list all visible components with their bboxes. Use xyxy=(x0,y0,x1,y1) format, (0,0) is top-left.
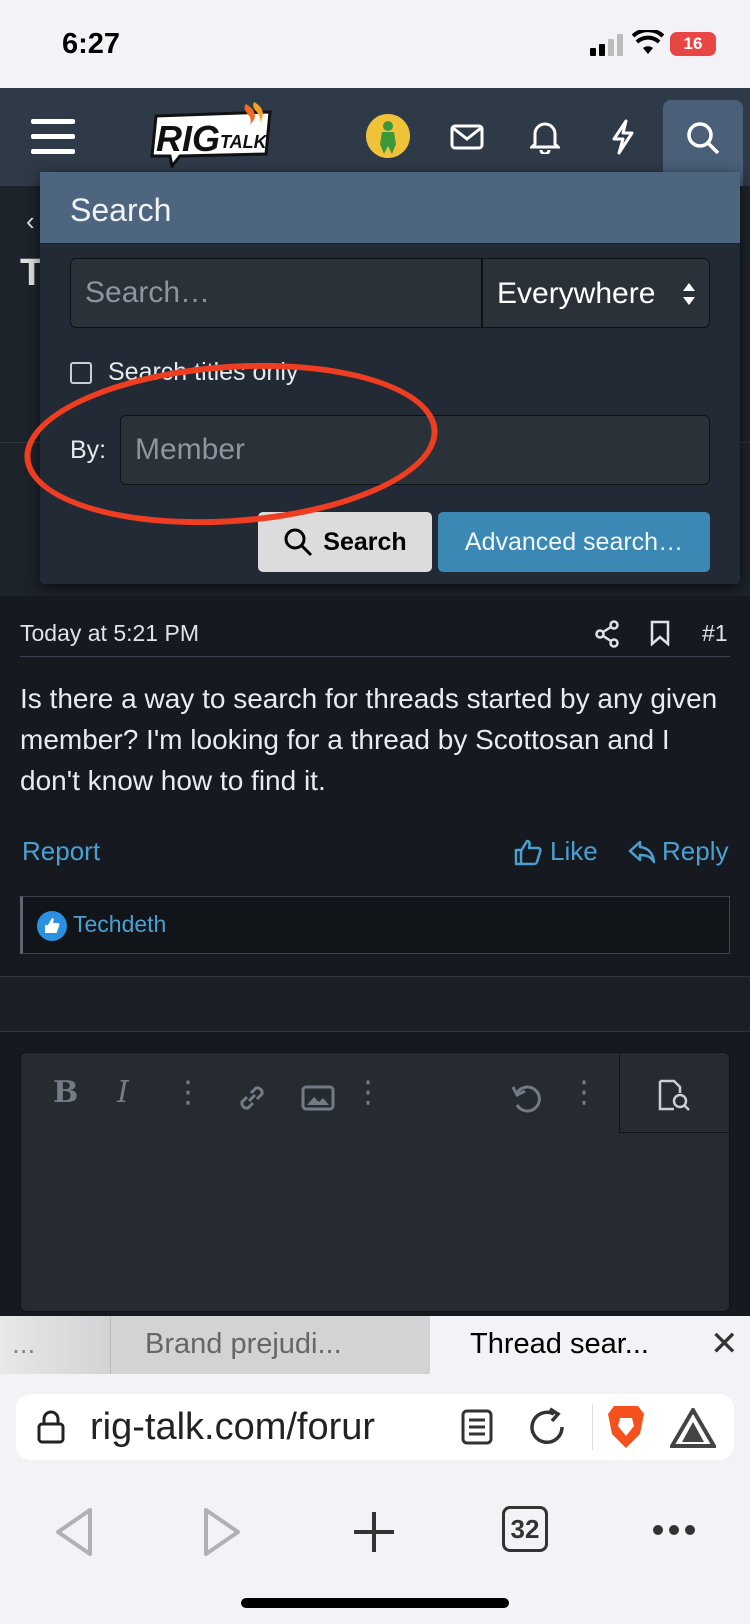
tab-brand-prejudice[interactable]: Brand prejudi... xyxy=(110,1316,430,1374)
browser-nav-bar: 32 xyxy=(0,1494,750,1574)
site-logo[interactable]: RIG TALK xyxy=(150,102,274,170)
reply-editor[interactable]: B I ⋮ ⋮ ⋮ xyxy=(20,1052,730,1312)
tab-thread-search[interactable]: Thread sear... ✕ xyxy=(430,1316,750,1374)
user-avatar[interactable] xyxy=(366,114,410,158)
reply-arrow-icon xyxy=(628,840,656,863)
bell-icon xyxy=(530,122,560,154)
more-menu-icon[interactable] xyxy=(652,1524,696,1536)
status-bar: 6:27 16 xyxy=(0,0,750,88)
hamburger-icon xyxy=(31,119,75,154)
lock-icon xyxy=(37,1410,65,1444)
browser-tab-bar: ... Brand prejudi... Thread sear... ✕ xyxy=(0,1316,750,1374)
status-time: 6:27 xyxy=(62,28,121,60)
like-button[interactable]: Like xyxy=(514,836,598,867)
post: Today at 5:21 PM #1 Is there a way to se… xyxy=(0,596,750,976)
post-timestamp[interactable]: Today at 5:21 PM xyxy=(20,620,199,647)
logo-subtext: TALK xyxy=(220,132,267,152)
titles-only-checkbox[interactable] xyxy=(70,362,92,384)
search-submit-button[interactable]: Search xyxy=(258,512,432,572)
more-options-icon[interactable]: ⋮ xyxy=(353,1075,383,1110)
battery-indicator: 16 xyxy=(670,32,716,56)
lightning-icon xyxy=(612,119,634,155)
close-tab-icon[interactable]: ✕ xyxy=(710,1324,739,1364)
link-icon[interactable] xyxy=(235,1081,269,1115)
bookmark-icon[interactable] xyxy=(650,620,670,646)
preview-toggle-button[interactable] xyxy=(619,1053,729,1133)
search-icon xyxy=(284,528,313,557)
search-submit-label: Search xyxy=(323,527,407,556)
reaction-user-link[interactable]: Techdeth xyxy=(73,911,166,938)
reply-label: Reply xyxy=(662,836,729,866)
back-chevron-icon[interactable]: ‹ xyxy=(26,206,35,237)
browser-chrome: rig-talk.com/forur 32 xyxy=(0,1374,750,1624)
divider xyxy=(20,656,730,657)
reload-icon[interactable] xyxy=(526,1406,568,1448)
url-text[interactable]: rig-talk.com/forur xyxy=(90,1406,450,1449)
share-icon[interactable] xyxy=(594,620,620,648)
wifi-icon xyxy=(632,30,664,54)
like-reaction-icon xyxy=(37,911,67,941)
reader-mode-icon[interactable] xyxy=(460,1408,494,1446)
cellular-signal-icon xyxy=(590,34,623,56)
search-dropdown-header: Search xyxy=(40,172,740,244)
more-options-icon[interactable]: ⋮ xyxy=(569,1075,599,1110)
like-label: Like xyxy=(550,836,598,866)
image-icon[interactable] xyxy=(301,1085,335,1111)
avatar-figure-icon xyxy=(366,114,410,158)
home-indicator xyxy=(241,1598,509,1608)
preview-search-icon xyxy=(658,1079,690,1111)
rewards-triangle-icon[interactable] xyxy=(670,1408,716,1448)
more-options-icon[interactable]: ⋮ xyxy=(173,1075,203,1110)
search-input[interactable] xyxy=(70,258,482,328)
search-scope-value: Everywhere xyxy=(497,277,656,310)
advanced-search-button[interactable]: Advanced search… xyxy=(438,512,710,572)
envelope-icon xyxy=(450,124,484,150)
divider xyxy=(592,1404,593,1450)
new-tab-icon[interactable] xyxy=(352,1510,396,1554)
logo-text: RIG xyxy=(156,118,221,159)
undo-icon[interactable] xyxy=(511,1083,543,1115)
reactions-bar: Techdeth xyxy=(20,896,730,954)
post-number[interactable]: #1 xyxy=(702,620,728,647)
forward-icon[interactable] xyxy=(202,1506,244,1558)
tab-label: Brand prejudi... xyxy=(145,1328,342,1360)
back-icon[interactable] xyxy=(52,1506,94,1558)
tab-count-button[interactable]: 32 xyxy=(502,1506,548,1552)
search-dropdown-title: Search xyxy=(70,192,172,228)
search-scope-select[interactable]: Everywhere xyxy=(482,258,710,328)
post-body: Is there a way to search for threads sta… xyxy=(20,683,718,796)
select-updown-icon xyxy=(683,283,695,305)
tab-overflow[interactable]: ... xyxy=(0,1316,110,1374)
section-divider xyxy=(0,976,750,1032)
url-bar[interactable]: rig-talk.com/forur xyxy=(16,1394,734,1460)
brave-shield-icon[interactable] xyxy=(606,1404,646,1450)
tab-label: Thread sear... xyxy=(470,1328,649,1360)
report-link[interactable]: Report xyxy=(22,836,100,867)
bold-icon[interactable]: B xyxy=(53,1075,78,1110)
italic-icon[interactable]: I xyxy=(117,1075,129,1110)
thumbs-up-icon xyxy=(514,839,542,865)
search-icon xyxy=(687,122,720,155)
reply-button[interactable]: Reply xyxy=(628,836,728,867)
